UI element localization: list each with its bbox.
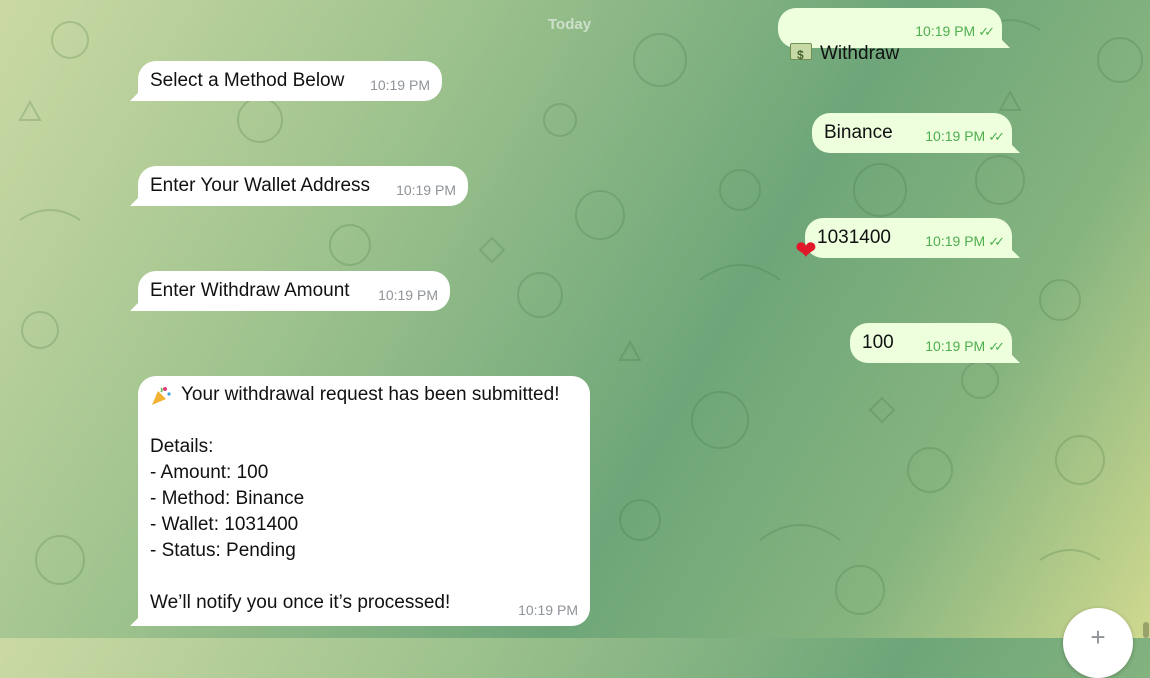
message-time: 10:19 PM <box>370 77 430 93</box>
read-ticks-icon: ✓✓ <box>988 129 1005 144</box>
outgoing-message[interactable]: Withdraw 10:19 PM✓✓ <box>778 8 1002 68</box>
incoming-message[interactable]: Enter Your Wallet Address 10:19 PM <box>138 166 468 206</box>
incoming-message[interactable]: Enter Withdraw Amount 10:19 PM <box>138 271 450 311</box>
incoming-message[interactable]: Your withdrawal request has been submitt… <box>138 376 590 626</box>
scrollbar[interactable] <box>1143 622 1149 638</box>
read-ticks-icon: ✓✓ <box>978 24 995 39</box>
party-popper-icon <box>150 385 172 407</box>
date-separator: Today <box>548 16 592 33</box>
message-text: Your withdrawal request has been submitt… <box>150 384 560 613</box>
outgoing-message[interactable]: 1031400 10:19 PM ✓✓ <box>805 218 1012 258</box>
message-time: 10:19 PM ✓✓ <box>925 233 1005 249</box>
scroll-down-button[interactable]: + <box>1063 608 1133 678</box>
message-time: 10:19 PM <box>518 602 578 618</box>
outgoing-message[interactable]: Binance 10:19 PM ✓✓ <box>812 113 1012 153</box>
message-time: 10:19 PM ✓✓ <box>915 23 995 39</box>
message-time: 10:19 PM <box>396 182 456 198</box>
message-time: 10:19 PM <box>378 287 438 303</box>
incoming-message[interactable]: Select a Method Below 10:19 PM <box>138 61 442 101</box>
read-ticks-icon: ✓✓ <box>988 339 1005 354</box>
message-text: Withdraw <box>820 43 900 64</box>
plus-icon: + <box>1090 622 1106 652</box>
message-time: 10:19 PM ✓✓ <box>925 128 1005 144</box>
read-ticks-icon: ✓✓ <box>988 234 1005 249</box>
outgoing-message[interactable]: 100 10:19 PM ✓✓ <box>850 323 1012 363</box>
message-time: 10:19 PM ✓✓ <box>925 338 1005 354</box>
money-icon <box>790 42 812 68</box>
heart-icon[interactable]: ❤ <box>795 237 817 263</box>
